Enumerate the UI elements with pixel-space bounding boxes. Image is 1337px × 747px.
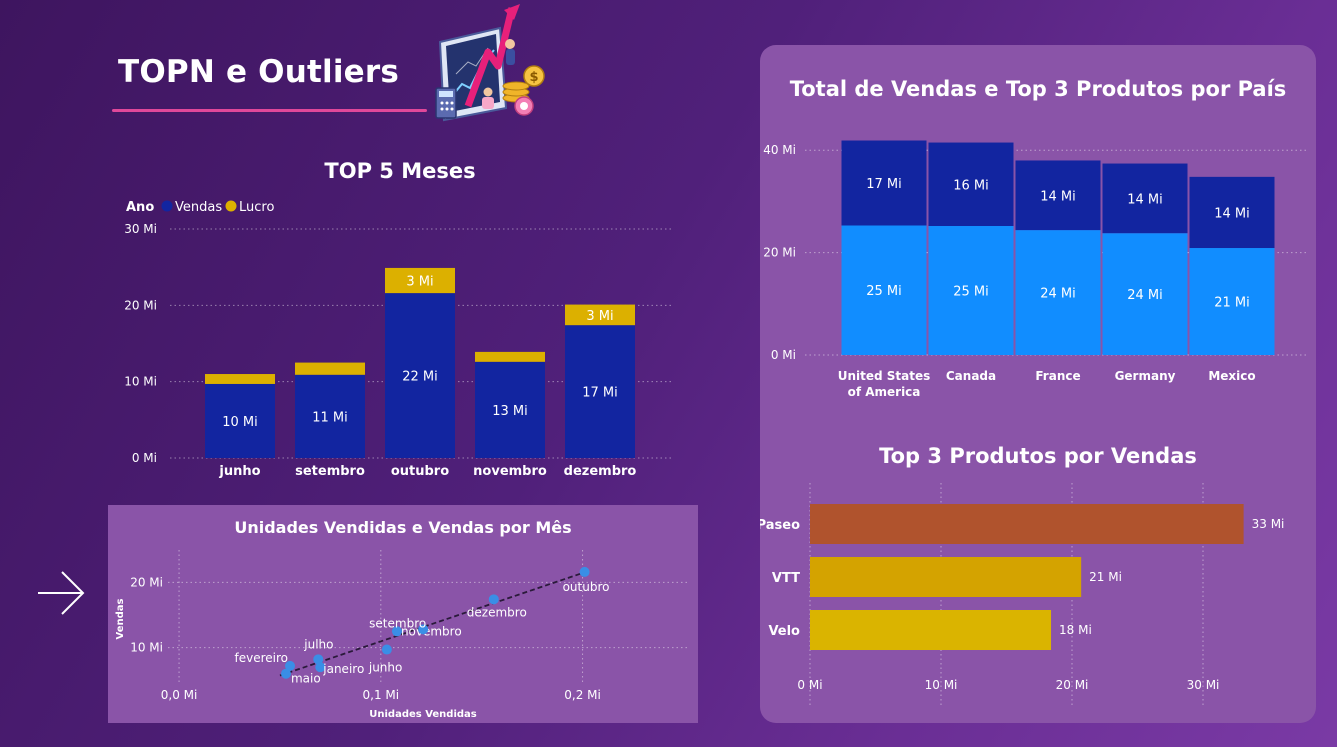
months-y-tick: 20 Mi — [124, 298, 157, 312]
country-top-label: 16 Mi — [953, 178, 989, 193]
country-top-label: 17 Mi — [866, 177, 902, 192]
lucro-bar-label: 3 Mi — [586, 309, 613, 324]
scatter-x-tick: 0,1 Mi — [363, 688, 400, 702]
lucro-bar — [205, 374, 275, 384]
vendas-bar-label: 13 Mi — [492, 404, 528, 419]
vendas-bar-label: 11 Mi — [312, 410, 348, 425]
country-sales-chart: Total de Vendas e Top 3 Produtos por Paí… — [763, 77, 1308, 399]
country-axis-label: Canada — [946, 369, 996, 383]
months-y-tick: 10 Mi — [124, 375, 157, 389]
scatter-point-label: maio — [291, 672, 321, 686]
country-top-label: 14 Mi — [1040, 189, 1076, 204]
country-chart-title: Total de Vendas e Top 3 Produtos por Paí… — [790, 77, 1287, 101]
legend-title: Ano — [126, 200, 154, 215]
vendas-bar-label: 10 Mi — [222, 415, 258, 430]
product-value-label: 33 Mi — [1252, 517, 1285, 531]
svg-text:$: $ — [529, 70, 538, 85]
month-axis-label: dezembro — [564, 464, 637, 479]
arrow-right-icon[interactable] — [36, 568, 88, 618]
legend-vendas-swatch — [161, 200, 173, 212]
scatter-trendline — [279, 570, 589, 677]
lucro-bar — [475, 351, 545, 362]
country-axis-label: Mexico — [1208, 369, 1255, 383]
country-axis-label: Germany — [1115, 369, 1176, 383]
scatter-point-label: outubro — [563, 580, 610, 594]
scatter-point-label: setembro — [369, 616, 426, 630]
country-axis-label-line: of America — [848, 385, 921, 399]
product-axis-label: Velo — [768, 624, 800, 639]
country-axis-label-line: Mexico — [1208, 369, 1255, 383]
scatter-xlabel: Unidades Vendidas — [369, 709, 477, 720]
month-axis-label: junho — [218, 464, 260, 479]
months-y-tick: 0 Mi — [132, 451, 157, 465]
legend-lucro-swatch — [225, 200, 237, 212]
country-axis-label: United States of America — [838, 369, 931, 399]
country-axis-label-line: Germany — [1115, 369, 1176, 383]
scatter-point-label: julho — [303, 637, 333, 651]
scatter-point-label: dezembro — [467, 605, 527, 619]
legend-lucro-label: Lucro — [239, 200, 274, 215]
country-bottom-label: 25 Mi — [866, 284, 902, 299]
scatter-point — [280, 668, 291, 679]
lucro-bar — [295, 362, 365, 375]
month-axis-label: novembro — [473, 464, 547, 479]
scatter-point — [313, 654, 324, 665]
scatter-point-label: janeiro — [322, 662, 364, 676]
scatter-panel: Unidades Vendidas e Vendas por Mês 20 Mi… — [108, 505, 698, 723]
product-axis-label: VTT — [772, 571, 800, 586]
scatter-x-tick: 0,2 Mi — [564, 688, 601, 702]
scatter-y-tick: 10 Mi — [130, 641, 163, 655]
product-bar — [810, 610, 1052, 650]
page-title: TOPN e Outliers — [118, 54, 400, 90]
country-axis-label-line: Canada — [946, 369, 996, 383]
country-axis-label-line: France — [1035, 369, 1080, 383]
country-top-label: 14 Mi — [1214, 206, 1250, 221]
legend-vendas-label: Vendas — [175, 200, 222, 215]
country-top-label: 14 Mi — [1127, 192, 1163, 207]
country-bottom-label: 24 Mi — [1040, 287, 1076, 302]
lucro-bar-label: 3 Mi — [406, 275, 433, 290]
product-axis-label: Paseo — [760, 518, 800, 533]
country-bottom-label: 24 Mi — [1127, 288, 1163, 303]
products-x-tick: 10 Mi — [925, 678, 958, 692]
products-sales-chart: Top 3 Produtos por Vendas Paseo 33 Mi VTT 2… — [760, 444, 1285, 705]
scatter-point — [381, 644, 392, 655]
country-y-tick: 40 Mi — [763, 143, 796, 157]
country-y-tick: 0 Mi — [771, 348, 796, 362]
finance-growth-illustration-icon: $ — [435, 4, 545, 122]
product-bar — [810, 557, 1082, 597]
scatter-point — [579, 566, 590, 577]
month-axis-label: setembro — [295, 464, 365, 479]
country-y-tick: 20 Mi — [763, 246, 796, 260]
month-axis-label: outubro — [391, 464, 449, 479]
right-panel: Total de Vendas e Top 3 Produtos por Paí… — [760, 45, 1316, 723]
country-bottom-label: 25 Mi — [953, 285, 989, 300]
products-x-tick: 0 Mi — [797, 678, 822, 692]
product-value-label: 18 Mi — [1059, 623, 1092, 637]
scatter-point-label: junho — [368, 661, 403, 675]
country-axis-label: France — [1035, 369, 1080, 383]
title-underline — [112, 109, 427, 112]
products-x-tick: 20 Mi — [1056, 678, 1089, 692]
vendas-bar-label: 17 Mi — [582, 386, 618, 401]
months-y-tick: 30 Mi — [124, 222, 157, 236]
top5-months-title: TOP 5 Meses — [324, 159, 475, 183]
product-bar — [810, 504, 1244, 544]
scatter-point-label: fevereiro — [235, 651, 289, 665]
scatter-ylabel: Vendas — [115, 598, 126, 639]
scatter-title: Unidades Vendidas e Vendas por Mês — [234, 518, 571, 537]
vendas-bar-label: 22 Mi — [402, 370, 438, 385]
country-axis-label-line: United States — [838, 369, 931, 383]
scatter-x-tick: 0,0 Mi — [161, 688, 198, 702]
units-vs-sales-scatter: Unidades Vendidas e Vendas por Mês 20 Mi… — [115, 518, 688, 720]
products-x-tick: 30 Mi — [1187, 678, 1220, 692]
top5-months-chart: TOP 5 Meses Ano Vendas Lucro 30 Mi 20 Mi 1… — [124, 159, 672, 479]
scatter-y-tick: 20 Mi — [130, 575, 163, 589]
country-bottom-label: 21 Mi — [1214, 296, 1250, 311]
product-value-label: 21 Mi — [1089, 570, 1122, 584]
scatter-point — [488, 594, 499, 605]
products-chart-title: Top 3 Produtos por Vendas — [879, 444, 1197, 468]
